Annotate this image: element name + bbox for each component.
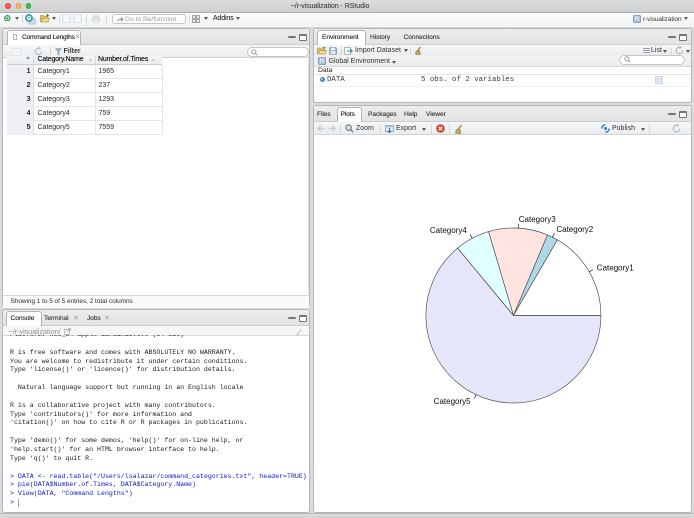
svg-text:R: R	[320, 59, 325, 65]
svg-text:Category3: Category3	[519, 215, 556, 224]
svg-text:Category4: Category4	[430, 226, 467, 235]
svg-text:Category5: Category5	[434, 397, 471, 406]
svg-text:Category1: Category1	[597, 263, 634, 272]
svg-text:R: R	[635, 17, 640, 23]
svg-text:Category2: Category2	[556, 225, 593, 234]
